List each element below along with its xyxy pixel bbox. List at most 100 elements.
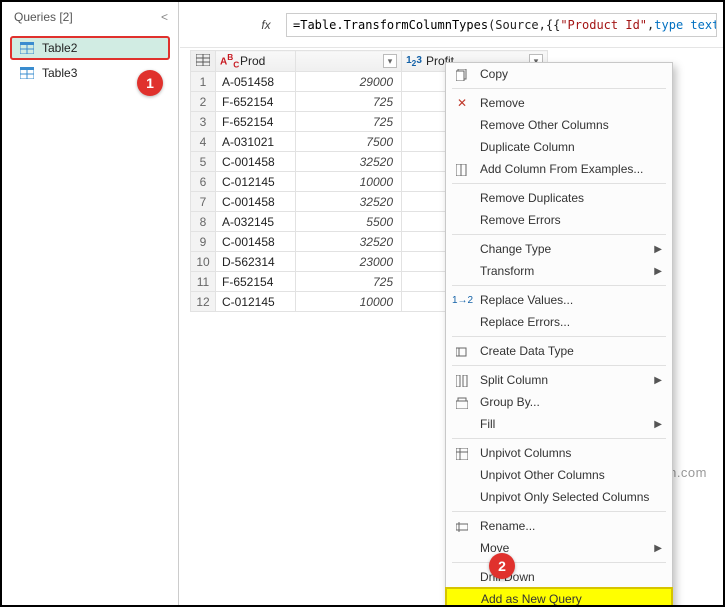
submenu-arrow-icon: ▶ [654, 419, 662, 430]
menu-group-by[interactable]: Group By... [446, 391, 672, 413]
fx-label: fx [261, 18, 270, 32]
cell-sales[interactable]: 7500 [296, 132, 402, 152]
cell-product-id[interactable]: C-012145 [216, 292, 296, 312]
add-col-icon [452, 162, 472, 176]
row-number: 4 [191, 132, 216, 152]
cell-sales[interactable]: 32520 [296, 152, 402, 172]
cell-sales[interactable]: 23000 [296, 252, 402, 272]
menu-replace-errors[interactable]: Replace Errors... [446, 311, 672, 333]
menu-remove-err[interactable]: Remove Errors [446, 209, 672, 231]
menu-unpivot-selected[interactable]: Unpivot Only Selected Columns [446, 486, 672, 508]
formula-string: "Product Id" [560, 18, 647, 32]
cell-product-id[interactable]: F-652154 [216, 92, 296, 112]
menu-copy[interactable]: Copy [446, 63, 672, 85]
menu-separator [452, 88, 666, 89]
rename-icon [452, 519, 472, 533]
menu-separator [452, 438, 666, 439]
cell-sales[interactable]: 725 [296, 112, 402, 132]
callout-badge-1: 1 [137, 70, 163, 96]
menu-add-from-examples[interactable]: Add Column From Examples... [446, 158, 672, 180]
menu-transform[interactable]: Transform▶ [446, 260, 672, 282]
menu-replace-values[interactable]: 1→2Replace Values... [446, 289, 672, 311]
collapse-chevron-icon[interactable]: < [161, 10, 168, 24]
table-icon [20, 67, 34, 79]
formula-kw: type text [654, 18, 717, 32]
cell-product-id[interactable]: A-051458 [216, 72, 296, 92]
unpivot-icon [452, 446, 472, 460]
cell-product-id[interactable]: C-001458 [216, 152, 296, 172]
menu-drill-down[interactable]: Drill Down [446, 566, 672, 588]
menu-split-column[interactable]: Split Column▶ [446, 369, 672, 391]
menu-remove[interactable]: ✕Remove [446, 92, 672, 114]
menu-unpivot[interactable]: Unpivot Columns [446, 442, 672, 464]
formula-input[interactable]: = Table.TransformColumnTypes(Source,{{"P… [286, 13, 717, 37]
query-label: Table2 [42, 41, 77, 55]
menu-separator [452, 183, 666, 184]
cell-sales[interactable]: 29000 [296, 72, 402, 92]
number-type-icon: 123 [406, 55, 422, 68]
row-number: 9 [191, 232, 216, 252]
menu-separator [452, 511, 666, 512]
menu-separator [452, 336, 666, 337]
cell-product-id[interactable]: F-652154 [216, 112, 296, 132]
menu-fill[interactable]: Fill▶ [446, 413, 672, 435]
formula-fn: Table.TransformColumnTypes [300, 18, 488, 32]
submenu-arrow-icon: ▶ [654, 375, 662, 386]
menu-separator [452, 365, 666, 366]
row-number: 6 [191, 172, 216, 192]
row-number: 11 [191, 272, 216, 292]
fx-button[interactable]: fx [246, 13, 286, 37]
split-icon [452, 373, 472, 387]
menu-remove-dup[interactable]: Remove Duplicates [446, 187, 672, 209]
row-number: 8 [191, 212, 216, 232]
cell-product-id[interactable]: C-012145 [216, 172, 296, 192]
cell-product-id[interactable]: C-001458 [216, 192, 296, 212]
row-number: 2 [191, 92, 216, 112]
cell-product-id[interactable]: A-032145 [216, 212, 296, 232]
replace-icon: 1→2 [452, 295, 472, 306]
menu-remove-other[interactable]: Remove Other Columns [446, 114, 672, 136]
column-header-sales[interactable]: ▾ [296, 51, 402, 72]
row-number: 12 [191, 292, 216, 312]
queries-pane: Queries [2] < Table2 Table3 1 [2, 2, 179, 605]
menu-duplicate[interactable]: Duplicate Column [446, 136, 672, 158]
row-number: 7 [191, 192, 216, 212]
row-number: 3 [191, 112, 216, 132]
cell-sales[interactable]: 10000 [296, 172, 402, 192]
queries-title: Queries [2] [14, 10, 73, 24]
menu-move[interactable]: Move▶ [446, 537, 672, 559]
cell-sales[interactable]: 32520 [296, 192, 402, 212]
callout-badge-2: 2 [489, 553, 515, 579]
filter-dropdown-icon[interactable]: ▾ [383, 54, 397, 68]
cell-product-id[interactable]: C-001458 [216, 232, 296, 252]
cell-sales[interactable]: 10000 [296, 292, 402, 312]
cell-sales[interactable]: 5500 [296, 212, 402, 232]
cell-sales[interactable]: 32520 [296, 232, 402, 252]
menu-unpivot-other[interactable]: Unpivot Other Columns [446, 464, 672, 486]
queries-header[interactable]: Queries [2] < [2, 2, 178, 34]
group-icon [452, 395, 472, 409]
menu-add-as-new-query[interactable]: Add as New Query [445, 587, 673, 607]
remove-icon: ✕ [452, 96, 472, 110]
menu-rename[interactable]: Rename... [446, 515, 672, 537]
cell-sales[interactable]: 725 [296, 92, 402, 112]
cell-sales[interactable]: 725 [296, 272, 402, 292]
submenu-arrow-icon: ▶ [654, 266, 662, 277]
cell-product-id[interactable]: D-562314 [216, 252, 296, 272]
menu-separator [452, 234, 666, 235]
grid-corner[interactable] [191, 51, 216, 72]
query-item-table2[interactable]: Table2 [10, 36, 170, 60]
copy-icon [452, 67, 472, 81]
row-number: 10 [191, 252, 216, 272]
column-context-menu: Copy ✕Remove Remove Other Columns Duplic… [445, 62, 673, 607]
submenu-arrow-icon: ▶ [654, 244, 662, 255]
column-header-product-id[interactable]: ABC Prod [216, 51, 296, 72]
cell-product-id[interactable]: F-652154 [216, 272, 296, 292]
submenu-arrow-icon: ▶ [654, 543, 662, 554]
menu-change-type[interactable]: Change Type▶ [446, 238, 672, 260]
text-type-icon: ABC [220, 52, 236, 69]
menu-create-datatype[interactable]: Create Data Type [446, 340, 672, 362]
column-label: Prod [240, 54, 265, 68]
query-label: Table3 [42, 66, 77, 80]
cell-product-id[interactable]: A-031021 [216, 132, 296, 152]
